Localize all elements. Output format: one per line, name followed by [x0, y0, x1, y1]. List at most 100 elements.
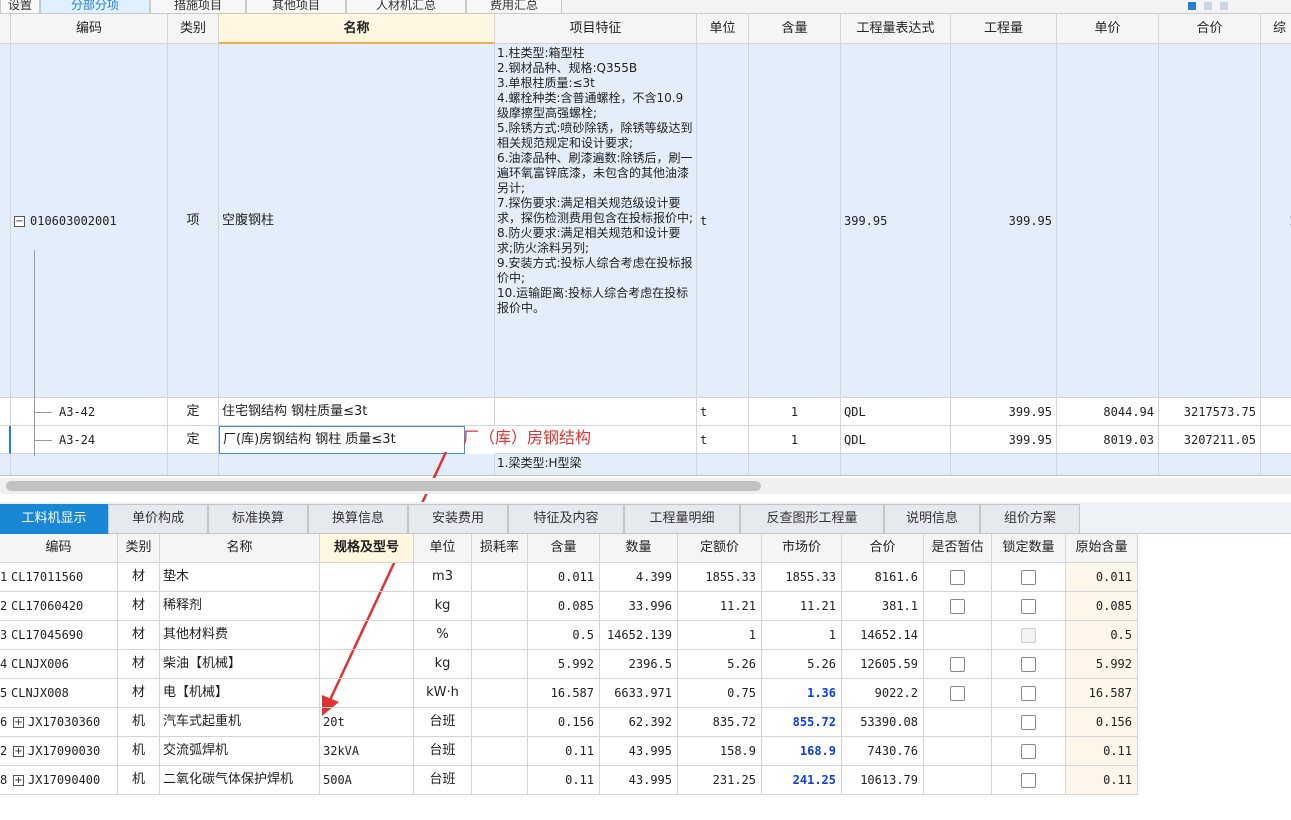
resource-cell-content[interactable]: 16.587 [528, 679, 600, 708]
col-unit-header[interactable]: 单位 [414, 534, 472, 563]
lock-qty-checkbox[interactable] [1021, 657, 1036, 672]
resource-cell-name[interactable]: 二氧化碳气体保护焊机 [160, 766, 320, 795]
resource-cell-unit[interactable]: kg [414, 592, 472, 621]
resource-cell-market[interactable]: 11.21 [762, 592, 842, 621]
lock-qty-checkbox[interactable] [1021, 744, 1036, 759]
resource-cell-name[interactable]: 电【机械】 [160, 679, 320, 708]
resource-cell-name[interactable]: 稀释剂 [160, 592, 320, 621]
resource-cell-total[interactable]: 53390.08 [842, 708, 924, 737]
resource-cell-content[interactable]: 0.156 [528, 708, 600, 737]
resource-row-code[interactable]: 2 CL17060420 [0, 592, 118, 621]
resource-cell-est[interactable] [924, 592, 992, 621]
resource-cell-name[interactable]: 垫木 [160, 563, 320, 592]
resource-cell-unit[interactable]: 台班 [414, 737, 472, 766]
resource-cell-orig[interactable]: 0.11 [1066, 737, 1138, 766]
col-type-header[interactable]: 类别 [118, 534, 160, 563]
resource-cell-spec[interactable]: 32kVA [320, 737, 414, 766]
resource-cell-std[interactable]: 11.21 [678, 592, 762, 621]
resource-row-code[interactable]: 1 CL17011560 [0, 563, 118, 592]
resource-cell-lock[interactable] [992, 650, 1066, 679]
resource-cell-type[interactable]: 机 [118, 708, 160, 737]
resource-cell-unit[interactable]: kg [414, 650, 472, 679]
resource-cell-loss[interactable] [472, 679, 528, 708]
tab-conversion-info[interactable]: 换算信息 [308, 504, 408, 534]
resource-cell-orig[interactable]: 0.085 [1066, 592, 1138, 621]
tab-description[interactable]: 说明信息 [884, 504, 980, 534]
resource-cell-spec[interactable] [320, 563, 414, 592]
resource-cell-loss[interactable] [472, 563, 528, 592]
resource-row-code[interactable]: 5 CLNJX008 [0, 679, 118, 708]
resource-cell-content[interactable]: 0.5 [528, 621, 600, 650]
tab-reverse-graphic[interactable]: 反查图形工程量 [740, 504, 884, 534]
resource-cell-orig[interactable]: 0.011 [1066, 563, 1138, 592]
estimate-checkbox[interactable] [950, 570, 965, 585]
resource-cell-std[interactable]: 158.9 [678, 737, 762, 766]
lock-qty-checkbox[interactable] [1021, 773, 1036, 788]
resource-cell-spec[interactable] [320, 621, 414, 650]
resource-cell-spec[interactable] [320, 592, 414, 621]
resource-cell-std[interactable]: 1855.33 [678, 563, 762, 592]
tab-pricing-plan[interactable]: 组价方案 [980, 504, 1080, 534]
resource-cell-qty[interactable]: 62.392 [600, 708, 678, 737]
resource-cell-unit[interactable]: kW·h [414, 679, 472, 708]
resource-cell-orig[interactable]: 0.11 [1066, 766, 1138, 795]
resource-cell-total[interactable]: 10613.79 [842, 766, 924, 795]
resource-cell-unit[interactable]: % [414, 621, 472, 650]
resource-cell-total[interactable]: 9022.2 [842, 679, 924, 708]
estimate-checkbox[interactable] [950, 599, 965, 614]
resource-cell-lock[interactable] [992, 592, 1066, 621]
resource-cell-qty[interactable]: 2396.5 [600, 650, 678, 679]
tab-features-content[interactable]: 特征及内容 [508, 504, 624, 534]
resource-cell-qty[interactable]: 6633.971 [600, 679, 678, 708]
resource-cell-type[interactable]: 材 [118, 650, 160, 679]
col-loss-header[interactable]: 损耗率 [472, 534, 528, 563]
resource-cell-std[interactable]: 835.72 [678, 708, 762, 737]
col-qty-header[interactable]: 数量 [600, 534, 678, 563]
resource-cell-total[interactable]: 12605.59 [842, 650, 924, 679]
resource-cell-content[interactable]: 0.085 [528, 592, 600, 621]
resource-cell-market[interactable]: 1.36 [762, 679, 842, 708]
resource-cell-total[interactable]: 14652.14 [842, 621, 924, 650]
col-lock-qty-header[interactable]: 锁定数量 [992, 534, 1066, 563]
resource-cell-market[interactable]: 5.26 [762, 650, 842, 679]
resource-cell-name[interactable]: 交流弧焊机 [160, 737, 320, 766]
resource-cell-name[interactable]: 其他材料费 [160, 621, 320, 650]
resource-cell-est[interactable] [924, 650, 992, 679]
resource-cell-lock[interactable] [992, 621, 1066, 650]
resource-cell-content[interactable]: 5.992 [528, 650, 600, 679]
col-std-price-header[interactable]: 定额价 [678, 534, 762, 563]
resource-cell-qty[interactable]: 33.996 [600, 592, 678, 621]
resource-cell-market[interactable]: 1 [762, 621, 842, 650]
resource-cell-type[interactable]: 材 [118, 563, 160, 592]
col-code-header[interactable]: 编码 [0, 534, 118, 563]
resource-cell-std[interactable]: 1 [678, 621, 762, 650]
resource-cell-lock[interactable] [992, 708, 1066, 737]
resource-cell-content[interactable]: 0.011 [528, 563, 600, 592]
resource-cell-std[interactable]: 0.75 [678, 679, 762, 708]
resource-cell-lock[interactable] [992, 563, 1066, 592]
lock-qty-checkbox[interactable] [1021, 715, 1036, 730]
resource-cell-market[interactable]: 241.25 [762, 766, 842, 795]
resource-cell-std[interactable]: 5.26 [678, 650, 762, 679]
resource-cell-market[interactable]: 855.72 [762, 708, 842, 737]
resource-cell-type[interactable]: 材 [118, 679, 160, 708]
resource-cell-type[interactable]: 机 [118, 766, 160, 795]
scrollbar-thumb[interactable] [6, 481, 761, 491]
resource-cell-type[interactable]: 机 [118, 737, 160, 766]
resource-cell-content[interactable]: 0.11 [528, 766, 600, 795]
horizontal-scrollbar[interactable] [0, 478, 1291, 494]
tab-std-conversion[interactable]: 标准换算 [208, 504, 308, 534]
tab-install-fee[interactable]: 安装费用 [408, 504, 508, 534]
resource-cell-type[interactable]: 材 [118, 592, 160, 621]
resource-cell-est[interactable] [924, 679, 992, 708]
col-total-header[interactable]: 合价 [842, 534, 924, 563]
resource-cell-std[interactable]: 231.25 [678, 766, 762, 795]
tab-unit-price[interactable]: 单价构成 [108, 504, 208, 534]
resource-row-code[interactable]: 8 + JX17090400 [0, 766, 118, 795]
resource-cell-content[interactable]: 0.11 [528, 737, 600, 766]
resource-cell-orig[interactable]: 16.587 [1066, 679, 1138, 708]
resource-cell-orig[interactable]: 0.5 [1066, 621, 1138, 650]
resource-cell-lock[interactable] [992, 766, 1066, 795]
resource-cell-type[interactable]: 材 [118, 621, 160, 650]
resource-cell-name[interactable]: 汽车式起重机 [160, 708, 320, 737]
